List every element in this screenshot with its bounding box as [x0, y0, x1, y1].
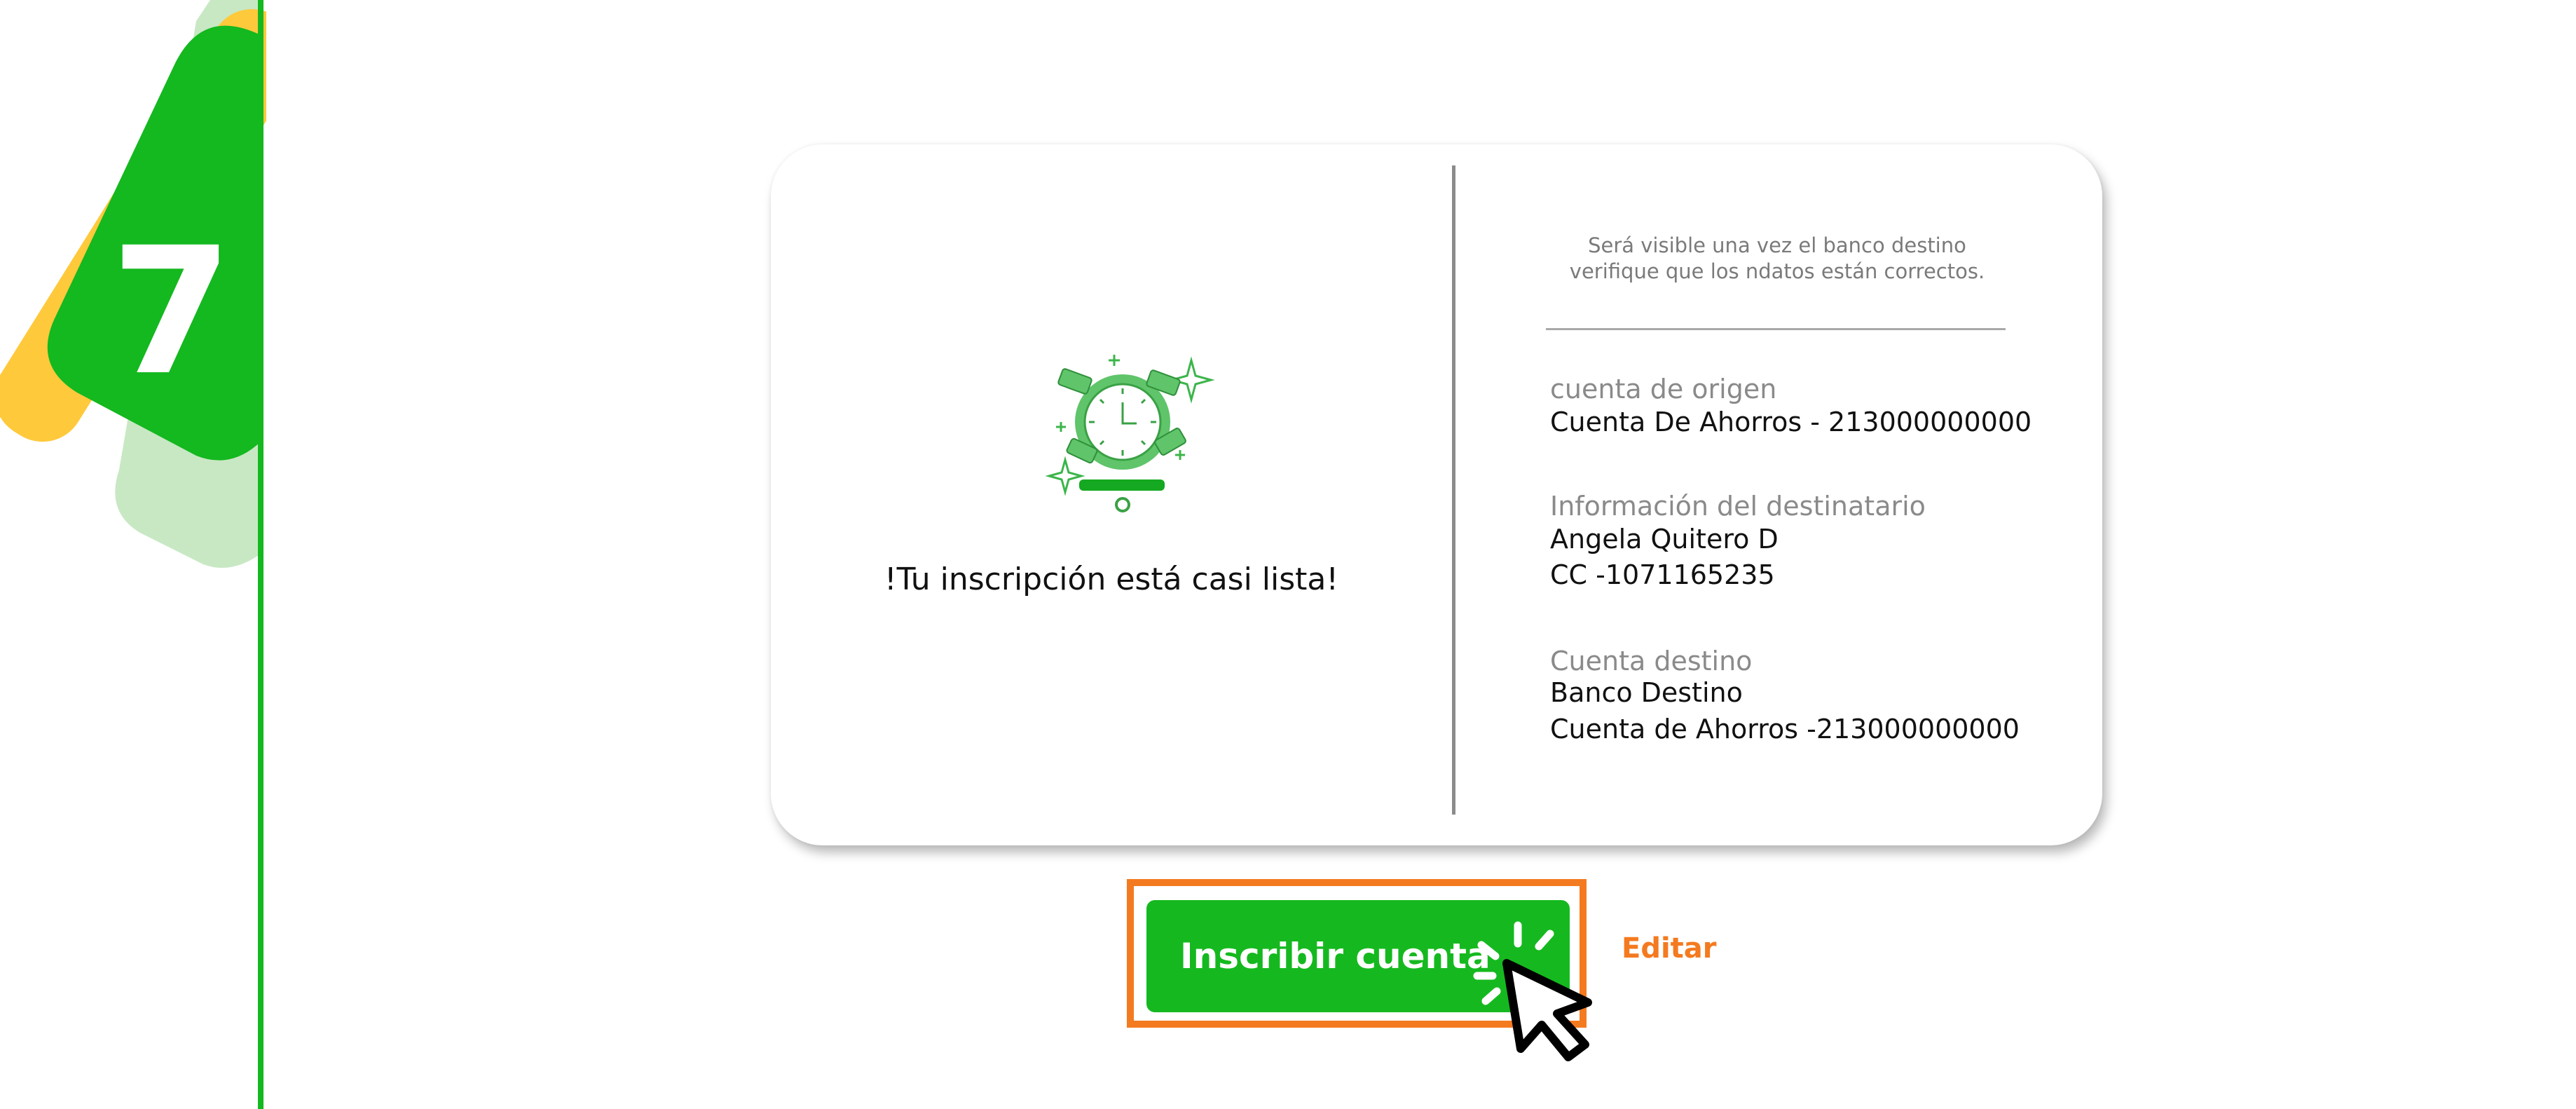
money-clock-icon [1045, 355, 1215, 512]
destination-account: Cuenta de Ahorros -213000000000 [1550, 714, 2020, 744]
card-vertical-divider [1452, 165, 1455, 815]
enrollment-summary-card: !Tu inscripción está casi lista! Será vi… [771, 144, 2102, 845]
origin-value: Cuenta De Ahorros - 213000000000 [1550, 407, 2032, 437]
status-message: !Tu inscripción está casi lista! [884, 562, 1339, 597]
recipient-label: Información del destinatario [1550, 491, 1926, 522]
notice-divider [1546, 328, 2006, 330]
step-number: 7 [111, 210, 233, 414]
verification-notice: Será visible una vez el banco destino ve… [1569, 233, 1985, 283]
origin-label: cuenta de origen [1550, 374, 1777, 404]
pointer-cursor-icon [1473, 921, 1592, 1061]
recipient-name: Angela Quitero D [1550, 524, 1779, 554]
destination-bank: Banco Destino [1550, 677, 1743, 708]
step-badge: 7 [0, 0, 266, 1109]
left-vertical-rule [258, 0, 263, 1109]
edit-link[interactable]: Editar [1622, 932, 1717, 965]
recipient-document: CC -1071165235 [1550, 559, 1775, 590]
destination-label: Cuenta destino [1550, 646, 1753, 676]
